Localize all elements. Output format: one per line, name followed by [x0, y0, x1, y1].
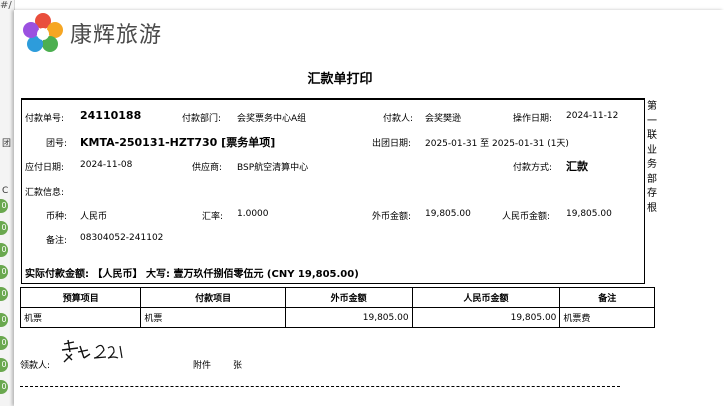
actual-payment-amount: 实际付款金额: 【人民币】 大写: 壹万玖仟捌佰零伍元 (CNY 19,805.… — [25, 269, 359, 280]
side-char: 存 — [647, 188, 657, 199]
side-char: 第 — [647, 101, 657, 112]
depart-date-label: 出团日期: — [372, 139, 412, 149]
foreign-amount-value: 19,805.00 — [425, 209, 471, 219]
currency-value: 人民币 — [80, 212, 108, 222]
op-date-label: 操作日期: — [513, 114, 553, 124]
background-url-fragment: #/ — [0, 0, 12, 11]
table-cell: 机票 — [140, 307, 286, 328]
copy-stub-vertical-label: 第 一 联 业 务 部 存 根 — [646, 100, 658, 216]
payer-label: 付款人: — [383, 114, 414, 124]
rmb-amount-label: 人民币金额: — [502, 212, 551, 222]
side-char: 根 — [647, 202, 657, 214]
side-char: 一 — [647, 115, 657, 127]
currency-label: 币种: — [46, 212, 68, 222]
group-value: KMTA-250131-HZT730 [票务单项] — [80, 136, 276, 149]
group-label: 团号: — [46, 139, 68, 149]
rmb-amount-value: 19,805.00 — [566, 209, 612, 219]
payment-no-label: 付款单号: — [25, 114, 65, 124]
table-cell: 19,805.00 — [284, 307, 413, 328]
payer-value: 会奖樊逊 — [425, 114, 462, 124]
remit-info-label: 汇款信息: — [25, 188, 65, 198]
side-char: 业 — [647, 144, 657, 156]
table-cell: 机票费 — [559, 307, 655, 328]
due-date-label: 应付日期: — [25, 163, 65, 173]
receiver-label: 领款人: — [20, 361, 51, 371]
background-label: 团 — [2, 139, 12, 149]
supplier-label: 供应商: — [192, 163, 223, 173]
rate-label: 汇率: — [202, 212, 224, 222]
background-label-2: C — [2, 186, 9, 196]
op-date-value: 2024-11-12 — [566, 111, 619, 121]
column-header: 外币金额 — [284, 287, 413, 308]
supplier-value: BSP航空清算中心 — [237, 163, 309, 173]
side-char: 联 — [647, 130, 657, 141]
column-header: 预算项目 — [19, 287, 142, 308]
side-char: 部 — [647, 173, 657, 185]
payment-no-value: 24110188 — [80, 109, 142, 122]
remittance-info-box — [21, 98, 645, 284]
attachment-unit: 张 — [233, 361, 243, 371]
note-value: 08304052-241102 — [80, 233, 164, 243]
column-header: 备注 — [559, 287, 655, 308]
side-char: 务 — [647, 159, 657, 170]
due-date-value: 2024-11-08 — [80, 160, 133, 170]
table-cell: 19,805.00 — [411, 307, 561, 328]
payment-method-label: 付款方式: — [513, 163, 553, 173]
attachment-label: 附件 — [193, 361, 212, 371]
company-logo-icon — [23, 13, 63, 52]
payment-items-table: 预算项目 付款项目 外币金额 人民币金额 备注 机票 机票 19,805.00 … — [19, 287, 655, 328]
foreign-amount-label: 外币金额: — [372, 212, 412, 222]
rate-value: 1.0000 — [237, 209, 269, 219]
payment-method-value: 汇款 — [566, 160, 588, 173]
table-row: 机票 机票 19,805.00 19,805.00 机票费 — [19, 307, 655, 328]
table-header-row: 预算项目 付款项目 外币金额 人民币金额 备注 — [19, 287, 655, 308]
column-header: 人民币金额 — [411, 287, 561, 308]
page-title: 汇款单打印 — [307, 72, 373, 87]
company-logo-text: 康辉旅游 — [70, 23, 163, 48]
column-header: 付款项目 — [140, 287, 286, 308]
note-label: 备注: — [46, 236, 68, 246]
handwritten-signature — [61, 339, 123, 363]
dept-value: 会奖票务中心A组 — [237, 114, 307, 124]
depart-date-value: 2025-01-31 至 2025-01-31 (1天) — [425, 139, 569, 149]
dept-label: 付款部门: — [182, 114, 222, 124]
cut-line-divider — [20, 386, 620, 387]
table-cell: 机票 — [19, 307, 142, 328]
